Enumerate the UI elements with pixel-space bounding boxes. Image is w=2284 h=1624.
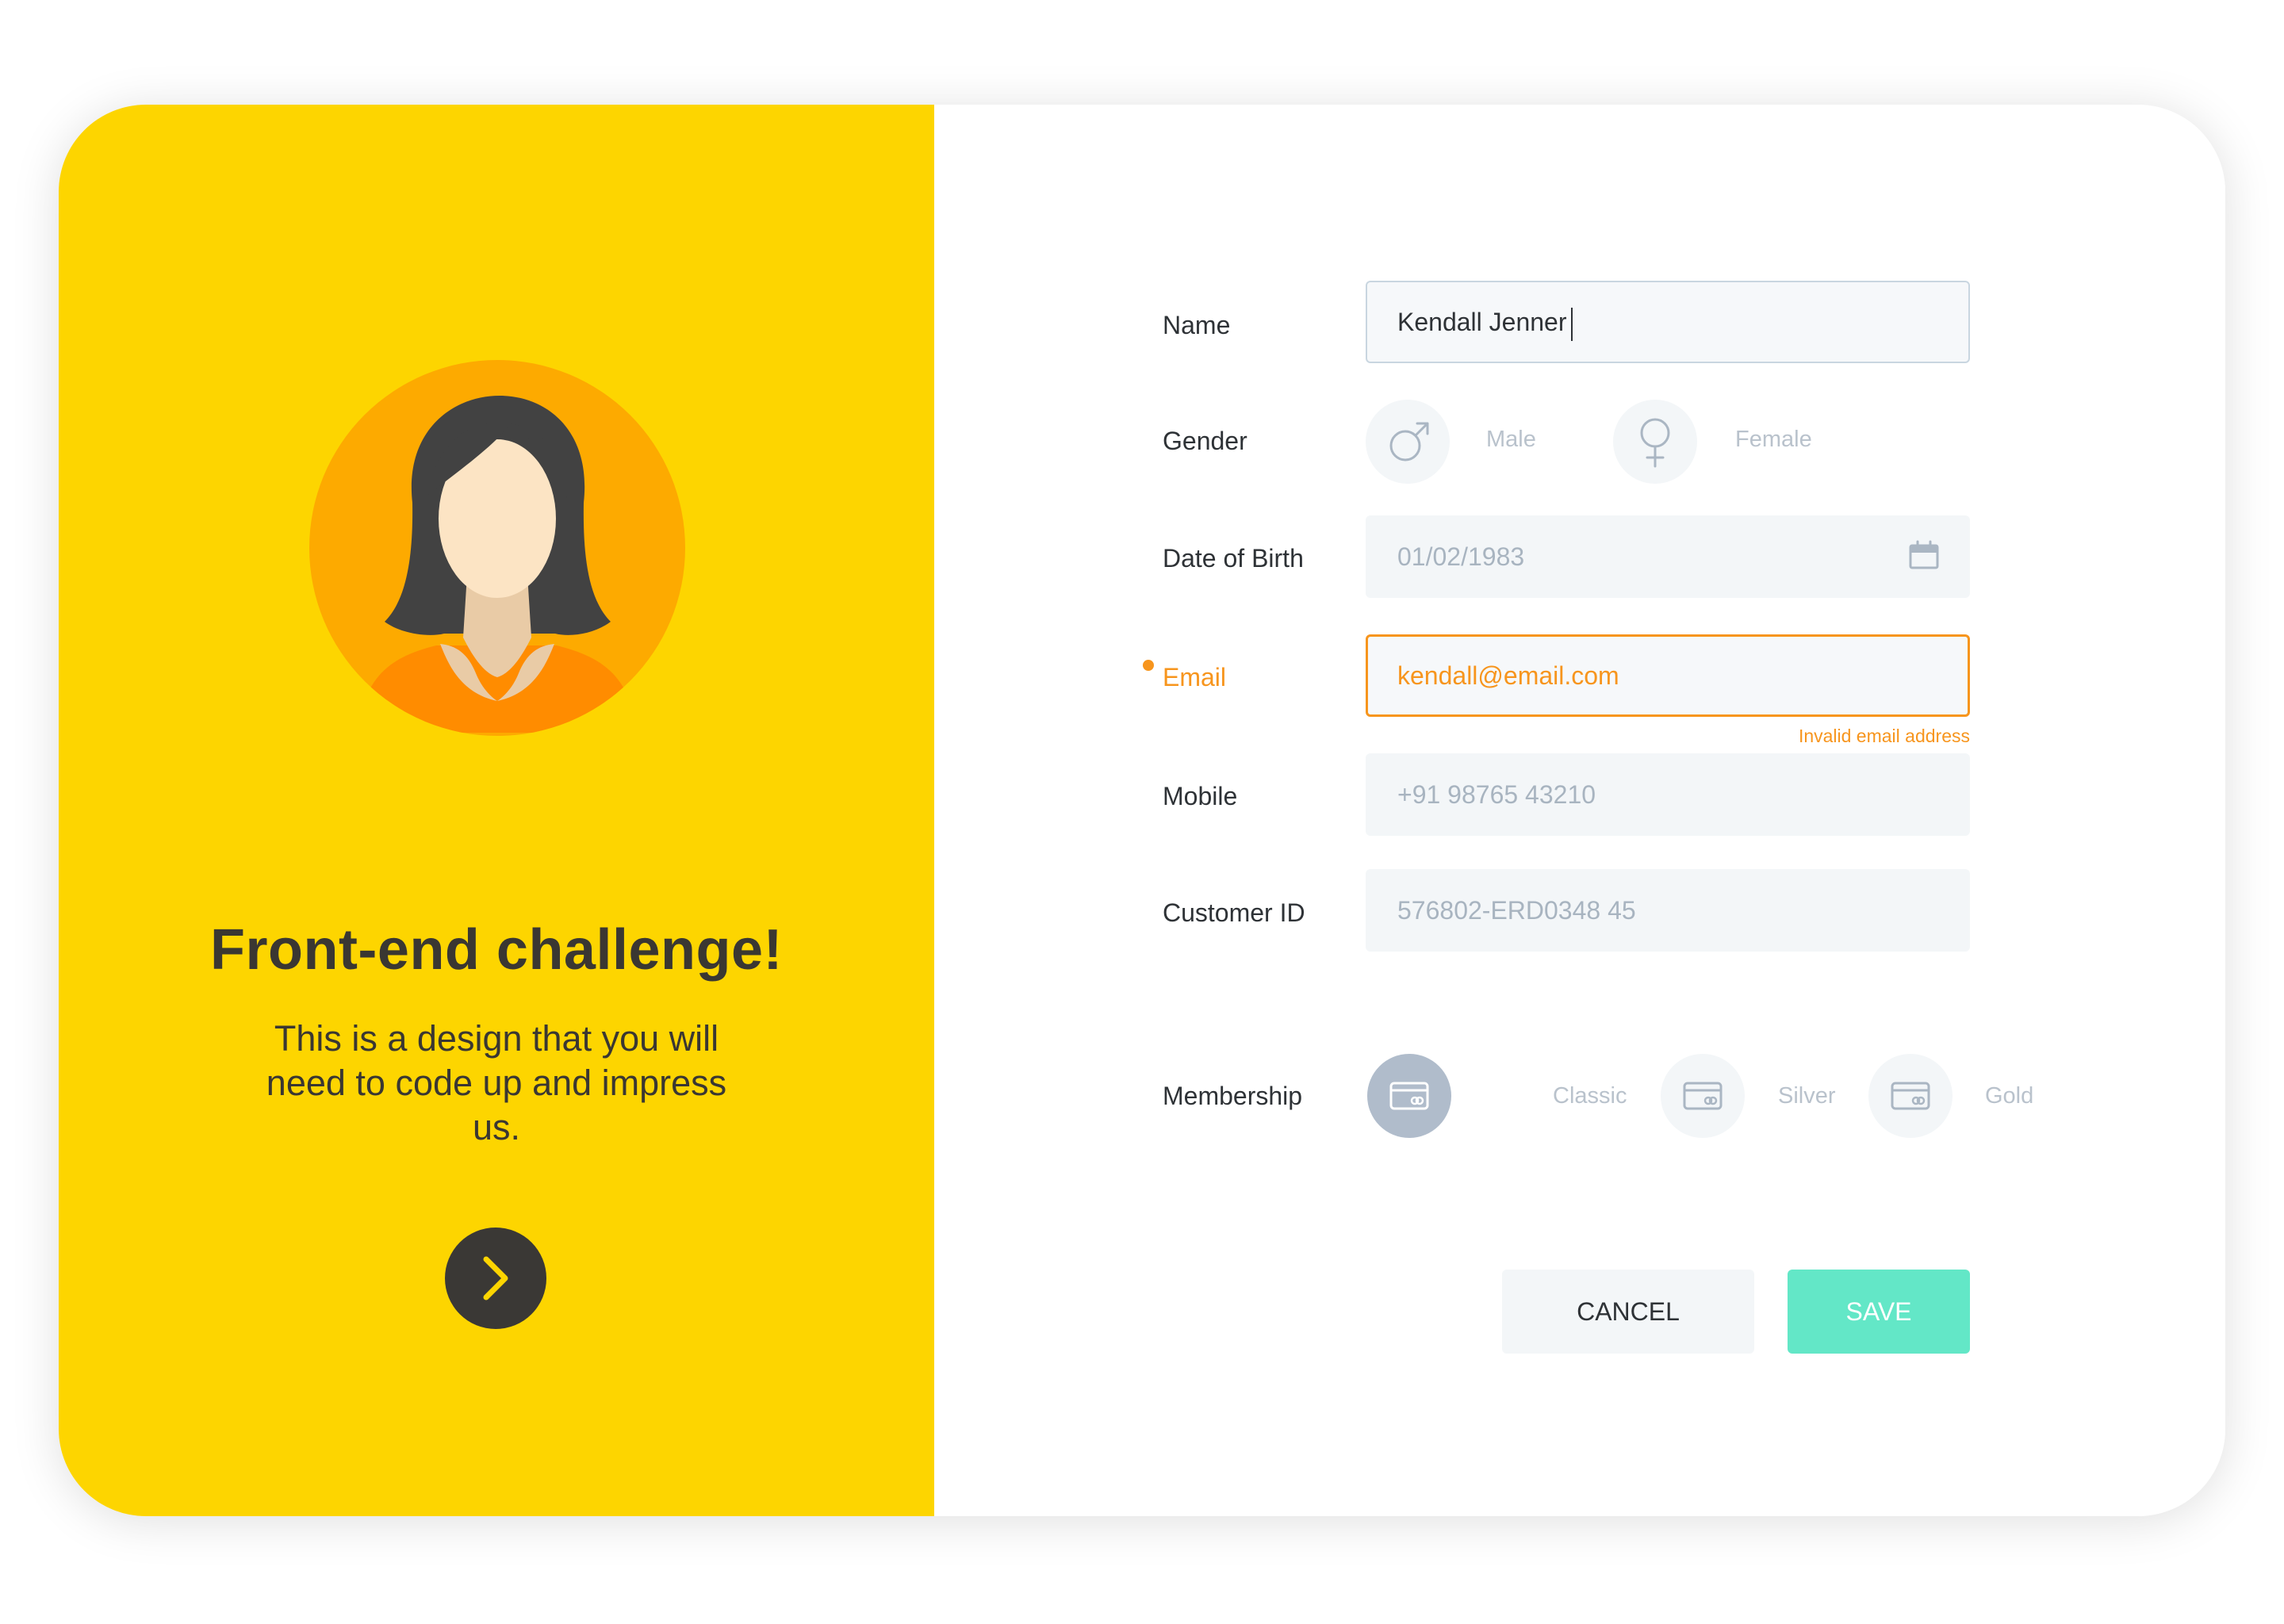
credit-card-icon [1389,1082,1429,1110]
customer-id-input[interactable]: 576802-ERD0348 45 [1366,869,1970,952]
intro-description: This is a design that you will need to c… [266,1018,727,1147]
intro-title: Front-end challenge! [209,918,784,982]
error-indicator-dot [1143,660,1154,671]
email-error-message: Invalid email address [1798,726,1970,746]
chevron-right-icon [483,1256,508,1300]
membership-silver-button[interactable] [1661,1054,1745,1138]
dob-input[interactable]: 01/02/1983 [1366,515,1970,598]
text-caret [1571,307,1573,341]
dob-value: 01/02/1983 [1397,542,1525,571]
female-symbol-icon [1640,418,1670,468]
email-label: Email [1163,663,1227,691]
dob-label: Date of Birth [1163,544,1304,573]
profile-form: Name Kendall Jenner Gender Male Female D… [934,105,2225,1516]
membership-gold-button[interactable] [1868,1054,1953,1138]
intro-panel: Front-end challenge! This is a design th… [59,105,934,1516]
next-button[interactable] [445,1228,546,1329]
mobile-value: +91 98765 43210 [1397,780,1596,809]
name-value: Kendall Jenner [1397,308,1567,336]
customer-id-value: 576802-ERD0348 45 [1397,896,1636,925]
customer-id-label: Customer ID [1163,898,1305,927]
membership-classic-label: Classic [1553,1083,1627,1109]
membership-label: Membership [1163,1082,1303,1110]
save-button[interactable]: SAVE [1788,1270,1970,1354]
mobile-label: Mobile [1163,782,1238,810]
membership-silver-label: Silver [1778,1083,1836,1109]
avatar-illustration [309,360,685,736]
credit-card-icon [1891,1082,1930,1110]
cancel-button[interactable]: CANCEL [1502,1270,1754,1354]
email-value: kendall@email.com [1397,661,1619,690]
calendar-icon[interactable] [1908,539,1940,571]
name-label: Name [1163,311,1231,339]
gender-male-label: Male [1486,427,1536,452]
profile-card: Front-end challenge! This is a design th… [59,105,2225,1516]
woman-avatar-icon [309,360,685,736]
credit-card-icon [1683,1082,1723,1110]
gender-female-button[interactable] [1613,400,1697,484]
male-symbol-icon [1389,422,1429,462]
gender-female-label: Female [1735,427,1812,452]
gender-label: Gender [1163,427,1247,455]
membership-classic-button[interactable] [1367,1054,1451,1138]
mobile-input[interactable]: +91 98765 43210 [1366,753,1970,836]
name-input[interactable]: Kendall Jenner [1366,281,1970,363]
membership-gold-label: Gold [1985,1083,2034,1109]
gender-male-button[interactable] [1366,400,1450,484]
email-input[interactable]: kendall@email.com [1366,634,1970,717]
